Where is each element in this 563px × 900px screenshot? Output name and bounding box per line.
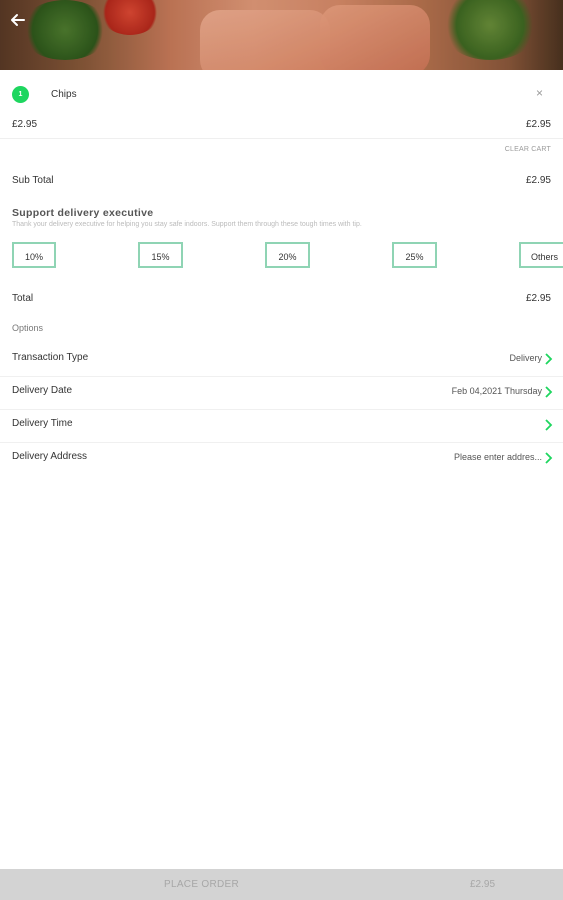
sub-total-value: £2.95 [525,175,551,186]
tip-option-10[interactable]: 10% [12,242,56,268]
total-value: £2.95 [525,293,551,304]
clear-cart-button[interactable]: CLEAR CART [505,146,551,153]
tip-option-25[interactable]: 25% [392,242,437,268]
back-arrow-icon[interactable] [8,10,28,30]
total-label: Total [12,293,34,304]
delivery-date-value: Feb 04,2021 Thursday [451,386,542,396]
sub-total-label: Sub Total [12,175,54,186]
delivery-address-value: Please enter addres... [453,452,542,462]
order-total-price: £2.95 [470,879,496,890]
place-order-label: PLACE ORDER [164,879,239,890]
chevron-right-icon [545,419,553,431]
divider [0,138,563,139]
chevron-right-icon [545,353,553,365]
place-order-button[interactable]: PLACE ORDER £2.95 [0,869,563,900]
delivery-address-row[interactable]: Delivery Address Please enter addres... [0,442,563,475]
header-food-image [0,0,563,70]
delivery-date-label: Delivery Date [12,385,73,396]
delivery-date-row[interactable]: Delivery Date Feb 04,2021 Thursday [0,376,563,410]
delivery-time-label: Delivery Time [12,418,73,429]
delivery-time-row[interactable]: Delivery Time [0,409,563,443]
tip-option-15[interactable]: 15% [138,242,183,268]
item-name: Chips [51,89,77,100]
options-heading: Options [12,323,44,333]
item-unit-price: £2.95 [12,119,38,130]
chevron-right-icon [545,386,553,398]
delivery-address-label: Delivery Address [12,451,88,462]
image-shade [0,0,563,70]
transaction-type-row[interactable]: Transaction Type Delivery [0,343,563,377]
support-description: Thank your delivery executive for helpin… [12,221,362,228]
chevron-right-icon [545,452,553,464]
transaction-type-label: Transaction Type [12,352,89,363]
transaction-type-value: Delivery [509,353,542,363]
tip-option-20[interactable]: 20% [265,242,310,268]
support-title: Support delivery executive [12,207,154,219]
remove-item-close-icon[interactable]: × [536,86,543,100]
item-quantity-badge: 1 [12,86,29,103]
tip-option-others[interactable]: Others [519,242,563,268]
item-line-price: £2.95 [525,119,551,130]
